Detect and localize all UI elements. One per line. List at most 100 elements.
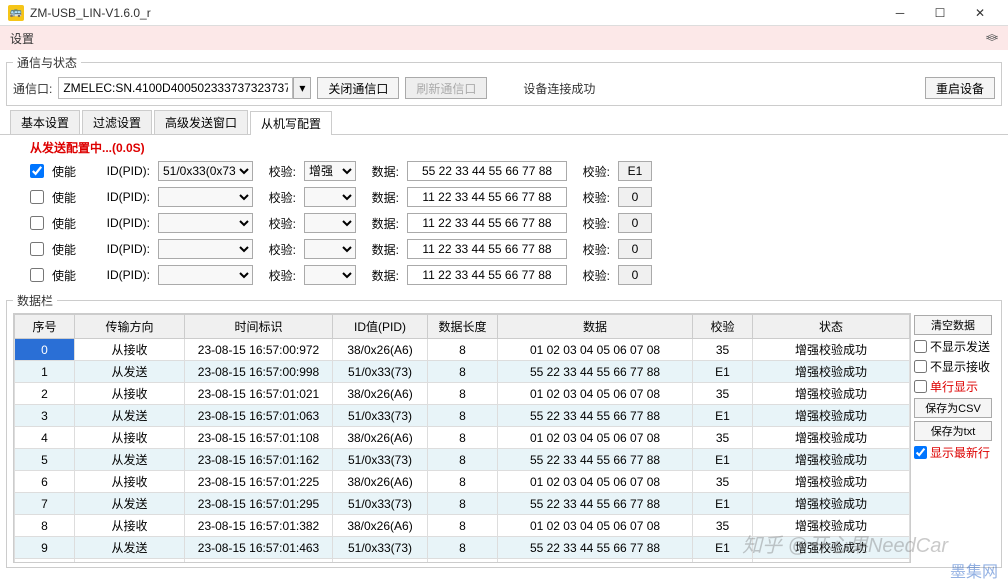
cell-id: 51/0x33(73) bbox=[333, 361, 428, 383]
cell-status: 增强校验成功 bbox=[753, 471, 910, 493]
cell-data: 01 02 03 04 05 06 07 08 bbox=[498, 383, 693, 405]
csum-label: 校验: bbox=[575, 163, 610, 180]
cell-dir: 从发送 bbox=[75, 361, 185, 383]
id-select[interactable] bbox=[158, 213, 253, 233]
table-row[interactable]: 6从接收23-08-15 16:57:01:22538/0x26(A6)801 … bbox=[15, 471, 910, 493]
cell-len: 8 bbox=[428, 361, 498, 383]
enable-checkbox[interactable] bbox=[30, 164, 44, 178]
cell-seq: 6 bbox=[15, 471, 75, 493]
check-select[interactable] bbox=[304, 265, 356, 285]
table-row[interactable]: 0从接收23-08-15 16:57:00:97238/0x26(A6)801 … bbox=[15, 339, 910, 361]
cell-status: 增强校验成功 bbox=[753, 361, 910, 383]
enable-checkbox[interactable] bbox=[30, 216, 44, 230]
cell-cs: E1 bbox=[693, 405, 753, 427]
close-button[interactable]: ✕ bbox=[960, 0, 1000, 26]
tab-slave-config[interactable]: 从机写配置 bbox=[250, 111, 332, 135]
check-select[interactable]: 增强 bbox=[304, 161, 356, 181]
config-rows: 使能ID(PID):51/0x33(0x73)校验:增强数据:校验:使能ID(P… bbox=[0, 158, 1008, 288]
table-row[interactable]: 3从发送23-08-15 16:57:01:06351/0x33(73)855 … bbox=[15, 405, 910, 427]
title-bar: 🚌 ZM-USB_LIN-V1.6.0_r ─ ☐ ✕ bbox=[0, 0, 1008, 26]
cell-status: 增强校验成功 bbox=[753, 339, 910, 361]
save-txt-button[interactable]: 保存为txt bbox=[914, 421, 992, 441]
enable-checkbox[interactable] bbox=[30, 190, 44, 204]
port-dropdown-icon[interactable]: ▾ bbox=[293, 77, 311, 99]
cell-dir: 从接收 bbox=[75, 559, 185, 564]
id-label: ID(PID): bbox=[95, 190, 150, 204]
csum-label: 校验: bbox=[575, 189, 610, 206]
check-select[interactable] bbox=[304, 213, 356, 233]
cell-data: 01 02 03 04 05 06 07 08 bbox=[498, 427, 693, 449]
cell-time: 23-08-15 16:57:01:021 bbox=[185, 383, 333, 405]
data-label: 数据: bbox=[364, 189, 399, 206]
data-input[interactable] bbox=[407, 239, 567, 259]
cell-cs: 35 bbox=[693, 427, 753, 449]
cell-seq: 7 bbox=[15, 493, 75, 515]
table-row[interactable]: 8从接收23-08-15 16:57:01:38238/0x26(A6)801 … bbox=[15, 515, 910, 537]
data-input[interactable] bbox=[407, 265, 567, 285]
cell-data: 55 22 33 44 55 66 77 88 bbox=[498, 361, 693, 383]
cell-time: 23-08-15 16:57:01:382 bbox=[185, 515, 333, 537]
data-label: 数据: bbox=[364, 241, 399, 258]
close-port-button[interactable]: 关闭通信口 bbox=[317, 77, 399, 99]
id-label: ID(PID): bbox=[95, 242, 150, 256]
menu-settings[interactable]: 设置 bbox=[10, 30, 34, 47]
cell-status: 增强校验成功 bbox=[753, 427, 910, 449]
minimize-button[interactable]: ─ bbox=[880, 0, 920, 26]
show-latest-checkbox[interactable]: 显示最新行 bbox=[914, 444, 992, 461]
check-select[interactable] bbox=[304, 187, 356, 207]
tab-filter[interactable]: 过滤设置 bbox=[82, 110, 152, 134]
data-input[interactable] bbox=[407, 213, 567, 233]
cell-data: 55 22 33 44 55 66 77 88 bbox=[498, 537, 693, 559]
cell-seq: 5 bbox=[15, 449, 75, 471]
cell-len: 8 bbox=[428, 383, 498, 405]
data-table-scroll[interactable]: 序号 传输方向 时间标识 ID值(PID) 数据长度 数据 校验 状态 0从接收… bbox=[13, 313, 911, 563]
data-input[interactable] bbox=[407, 187, 567, 207]
maximize-button[interactable]: ☐ bbox=[920, 0, 960, 26]
id-label: ID(PID): bbox=[95, 164, 150, 178]
clear-data-button[interactable]: 清空数据 bbox=[914, 315, 992, 335]
table-row[interactable]: 2从接收23-08-15 16:57:01:02138/0x26(A6)801 … bbox=[15, 383, 910, 405]
enable-label: 使能 bbox=[52, 241, 87, 258]
restart-device-button[interactable]: 重启设备 bbox=[925, 77, 995, 99]
check-select[interactable] bbox=[304, 239, 356, 259]
cell-cs: 35 bbox=[693, 515, 753, 537]
cell-dir: 从发送 bbox=[75, 493, 185, 515]
cell-id: 38/0x26(A6) bbox=[333, 471, 428, 493]
csum-value bbox=[618, 239, 652, 259]
port-input[interactable] bbox=[58, 77, 293, 99]
id-select[interactable]: 51/0x33(0x73) bbox=[158, 161, 253, 181]
data-table: 序号 传输方向 时间标识 ID值(PID) 数据长度 数据 校验 状态 0从接收… bbox=[14, 314, 910, 563]
table-row[interactable]: 10从接收23-08-15 16:57:01:55338/0x26(A6)801… bbox=[15, 559, 910, 564]
cell-status: 增强校验成功 bbox=[753, 493, 910, 515]
cell-cs: 35 bbox=[693, 559, 753, 564]
save-csv-button[interactable]: 保存为CSV bbox=[914, 398, 992, 418]
table-row[interactable]: 4从接收23-08-15 16:57:01:10838/0x26(A6)801 … bbox=[15, 427, 910, 449]
config-row: 使能ID(PID):校验:数据:校验: bbox=[30, 236, 978, 262]
hide-recv-checkbox[interactable]: 不显示接收 bbox=[914, 358, 992, 375]
table-row[interactable]: 7从发送23-08-15 16:57:01:29551/0x33(73)855 … bbox=[15, 493, 910, 515]
id-select[interactable] bbox=[158, 265, 253, 285]
table-row[interactable]: 1从发送23-08-15 16:57:00:99851/0x33(73)855 … bbox=[15, 361, 910, 383]
config-row: 使能ID(PID):校验:数据:校验: bbox=[30, 184, 978, 210]
cell-data: 55 22 33 44 55 66 77 88 bbox=[498, 405, 693, 427]
header-id: ID值(PID) bbox=[333, 315, 428, 339]
enable-label: 使能 bbox=[52, 267, 87, 284]
cell-status: 增强校验成功 bbox=[753, 383, 910, 405]
enable-checkbox[interactable] bbox=[30, 242, 44, 256]
cell-time: 23-08-15 16:57:01:063 bbox=[185, 405, 333, 427]
table-row[interactable]: 5从发送23-08-15 16:57:01:16251/0x33(73)855 … bbox=[15, 449, 910, 471]
cell-dir: 从接收 bbox=[75, 339, 185, 361]
id-select[interactable] bbox=[158, 239, 253, 259]
table-row[interactable]: 9从发送23-08-15 16:57:01:46351/0x33(73)855 … bbox=[15, 537, 910, 559]
tab-basic[interactable]: 基本设置 bbox=[10, 110, 80, 134]
enable-checkbox[interactable] bbox=[30, 268, 44, 282]
id-select[interactable] bbox=[158, 187, 253, 207]
hide-send-checkbox[interactable]: 不显示发送 bbox=[914, 338, 992, 355]
data-label: 数据: bbox=[364, 215, 399, 232]
single-line-checkbox[interactable]: 单行显示 bbox=[914, 378, 992, 395]
data-input[interactable] bbox=[407, 161, 567, 181]
header-seq: 序号 bbox=[15, 315, 75, 339]
tab-advanced-send[interactable]: 高级发送窗口 bbox=[154, 110, 248, 134]
config-row: 使能ID(PID):校验:数据:校验: bbox=[30, 262, 978, 288]
expand-collapse-icon[interactable]: ︽︾ bbox=[986, 30, 998, 46]
